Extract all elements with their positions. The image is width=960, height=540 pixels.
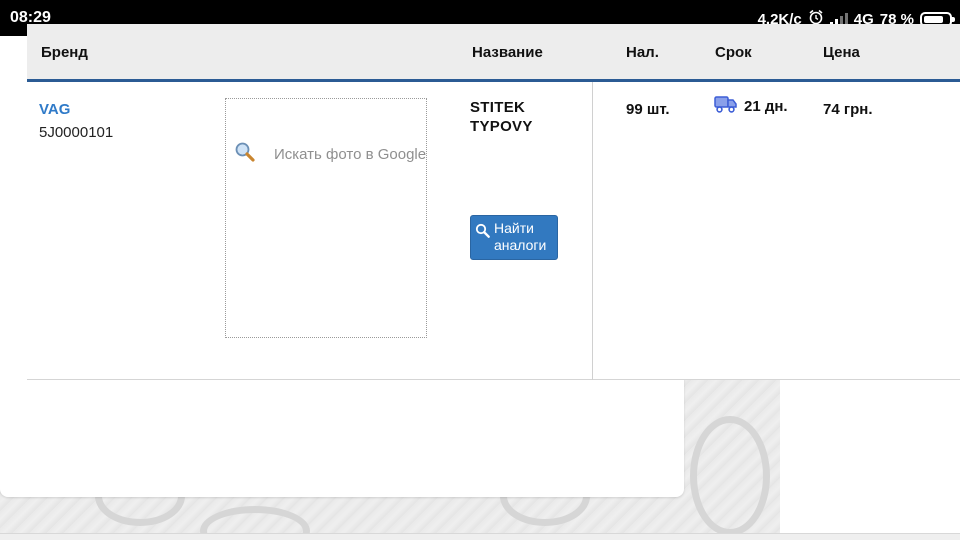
- find-analogs-label: Найти аналоги: [494, 220, 547, 253]
- truck-icon: [714, 94, 738, 119]
- column-divider: [592, 82, 593, 380]
- delivery-term: 21 дн.: [714, 94, 788, 119]
- magnifier-icon: [475, 223, 491, 243]
- table-header: Бренд Название Нал. Срок Цена: [27, 24, 960, 82]
- table-row: VAG 5J0000101 Искать фото в Google STITE…: [27, 82, 960, 380]
- magnifier-icon: [234, 141, 256, 168]
- google-photo-search-link[interactable]: Искать фото в Google: [234, 141, 426, 168]
- header-brand: Бренд: [41, 44, 88, 61]
- header-stock: Нал.: [626, 44, 659, 61]
- price: 74 грн.: [823, 101, 873, 118]
- header-name: Название: [472, 44, 543, 61]
- google-photo-search-text: Искать фото в Google: [274, 146, 427, 163]
- brand-link[interactable]: VAG: [39, 101, 70, 118]
- header-term: Срок: [715, 44, 752, 61]
- bottom-bar: [0, 533, 960, 540]
- part-name: STITEK TYPOVY: [470, 99, 533, 135]
- photo-placeholder: Искать фото в Google: [225, 98, 427, 338]
- stock-quantity: 99 шт.: [626, 101, 670, 118]
- header-price: Цена: [823, 44, 860, 61]
- find-analogs-button[interactable]: Найти аналоги: [470, 215, 558, 260]
- article-number: 5J0000101: [39, 124, 114, 141]
- delivery-days: 21 дн.: [744, 98, 788, 115]
